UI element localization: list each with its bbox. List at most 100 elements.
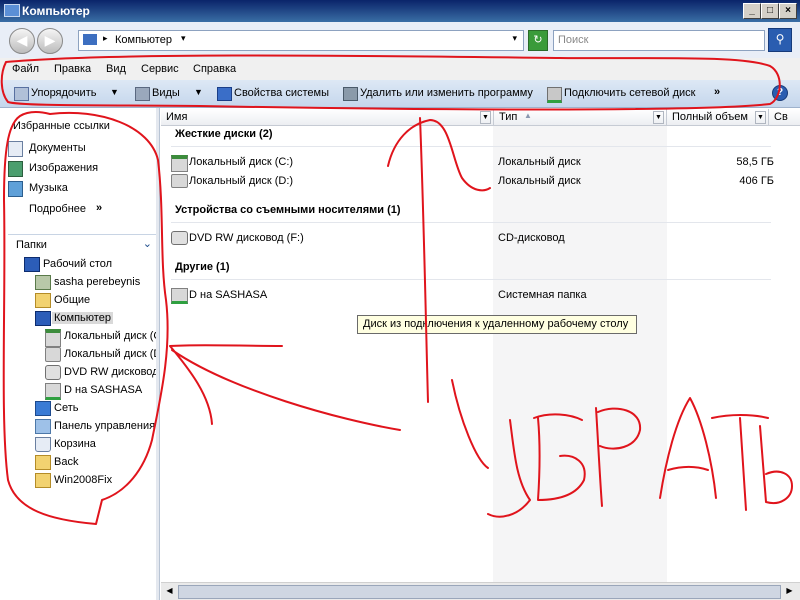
menu-help[interactable]: Справка — [193, 63, 236, 75]
column-header-total-size[interactable]: Полный объем ▼ — [667, 109, 769, 125]
tree-item-label: Компьютер — [52, 312, 113, 324]
navigation-pane: Избранные ссылки Документы Изображения М… — [0, 108, 160, 600]
favorite-label: Документы — [29, 142, 86, 154]
group-divider — [171, 146, 771, 147]
system-properties-icon — [217, 87, 232, 101]
menu-edit[interactable]: Правка — [54, 63, 91, 75]
uninstall-program-button[interactable]: Удалить или изменить программу — [343, 86, 536, 102]
views-label: Виды — [152, 87, 180, 99]
column-header-label: Св — [774, 111, 788, 123]
folders-title: Папки — [16, 239, 47, 251]
views-button[interactable]: Виды ▼ — [135, 86, 205, 102]
pane-splitter[interactable] — [156, 108, 159, 600]
refresh-button[interactable]: ↻ — [528, 30, 548, 51]
folder-icon — [35, 293, 51, 308]
horizontal-scrollbar[interactable]: ◀ ▶ — [161, 582, 800, 600]
column-header-label: Тип — [499, 111, 518, 123]
list-item[interactable]: DVD RW дисковод (F:) CD-дисковод — [171, 229, 781, 246]
menu-view[interactable]: Вид — [106, 63, 126, 75]
close-button[interactable]: × — [779, 3, 797, 19]
tree-item-label: Общие — [54, 294, 91, 306]
scroll-left-icon[interactable]: ◀ — [163, 585, 176, 597]
chevron-down-icon[interactable]: ▼ — [653, 111, 664, 124]
help-icon[interactable]: ? — [772, 85, 788, 101]
chevron-down-icon: ▼ — [110, 87, 119, 97]
scrollbar-thumb[interactable] — [178, 585, 781, 599]
minimize-button[interactable]: _ — [743, 3, 761, 19]
group-header-other[interactable]: Другие (1) — [175, 261, 230, 273]
item-type: Локальный диск — [498, 175, 581, 187]
forward-button[interactable]: ▶ — [37, 28, 63, 54]
favorites-more-label: Подробнее — [29, 203, 87, 215]
item-type: CD-дисковод — [498, 232, 565, 244]
address-bar[interactable]: ▸ Компьютер ▾ ▾ — [78, 30, 524, 51]
folder-icon — [35, 473, 51, 488]
drive-icon — [171, 174, 188, 188]
tree-item-label: sasha perebeynis — [54, 276, 141, 288]
chevron-down-icon[interactable]: ▼ — [480, 111, 491, 124]
tree-item-label: Панель управления — [54, 420, 156, 432]
tooltip-text: Диск из подключения к удаленному рабочем… — [363, 318, 629, 330]
music-icon — [8, 181, 23, 197]
chevron-down-icon: ▼ — [194, 87, 203, 97]
toolbar-overflow-button[interactable]: » — [714, 86, 720, 102]
map-drive-icon — [547, 87, 562, 103]
column-header-row: Имя ▼ Тип ▲ ▼ Полный объем ▼ Св — [161, 109, 800, 126]
system-drive-icon — [45, 329, 61, 347]
computer-icon — [35, 311, 51, 326]
favorite-label: Изображения — [29, 162, 99, 174]
favorite-label: Музыка — [29, 182, 68, 194]
address-row: ◀ ▶ ▸ Компьютер ▾ ▾ ↻ Поиск ⚲ — [0, 22, 800, 58]
documents-icon — [8, 141, 23, 157]
organize-button[interactable]: Упорядочить ▼ — [14, 86, 124, 102]
map-network-drive-button[interactable]: Подключить сетевой диск — [547, 86, 707, 103]
item-type: Системная папка — [498, 289, 587, 301]
system-properties-button[interactable]: Свойства системы — [217, 86, 332, 102]
breadcrumb-arrow-icon[interactable]: ▸ — [103, 33, 108, 44]
address-path[interactable]: Компьютер — [115, 34, 172, 46]
tree-item-label: Сеть — [54, 402, 79, 414]
tree-item-label: Локальный диск (C — [64, 330, 160, 342]
item-name: DVD RW дисковод (F:) — [189, 232, 304, 244]
column-header-name[interactable]: Имя ▼ — [161, 109, 494, 125]
menu-file[interactable]: Файл — [12, 63, 39, 75]
search-placeholder: Поиск — [558, 34, 589, 46]
folders-header[interactable]: Папки ⌄ — [8, 234, 156, 253]
pictures-icon — [8, 161, 23, 177]
column-header-type[interactable]: Тип ▲ ▼ — [494, 109, 667, 125]
dvd-drive-icon — [45, 365, 61, 380]
sorted-column-shade — [493, 126, 667, 582]
window-title: Компьютер — [22, 4, 90, 18]
organize-label: Упорядочить — [31, 87, 97, 99]
chevron-down-icon[interactable]: ▾ — [181, 33, 186, 44]
list-item[interactable]: Локальный диск (C:) Локальный диск 58,5 … — [171, 153, 781, 172]
group-header-hard-disks[interactable]: Жесткие диски (2) — [175, 128, 273, 140]
item-size: 58,5 ГБ — [736, 156, 774, 168]
tree-item-label: DVD RW дисковод — [64, 366, 159, 378]
chevron-down-icon: ⌄ — [142, 238, 152, 250]
group-header-removable[interactable]: Устройства со съемными носителями (1) — [175, 204, 401, 216]
user-folder-icon — [35, 275, 51, 290]
command-toolbar: Упорядочить ▼ Виды ▼ Свойства системы Уд… — [0, 80, 800, 108]
menu-bar: Файл Правка Вид Сервис Справка — [0, 58, 800, 80]
drive-icon — [45, 347, 61, 362]
chevron-down-icon[interactable]: ▼ — [755, 111, 766, 124]
network-icon — [35, 401, 51, 416]
search-icon[interactable]: ⚲ — [768, 28, 792, 52]
back-button[interactable]: ◀ — [9, 28, 35, 54]
recycle-bin-icon — [35, 437, 51, 452]
maximize-button[interactable]: □ — [761, 3, 779, 19]
column-header-free-space[interactable]: Св — [769, 109, 800, 125]
column-header-label: Имя — [166, 111, 188, 123]
list-item[interactable]: Локальный диск (D:) Локальный диск 406 Г… — [171, 172, 781, 189]
group-divider — [171, 279, 771, 280]
sort-arrow-icon: ▲ — [524, 111, 532, 120]
search-input[interactable]: Поиск — [553, 30, 765, 51]
list-item[interactable]: D на SASHASA Системная папка — [171, 286, 781, 304]
address-dropdown-icon[interactable]: ▾ — [512, 33, 517, 44]
menu-tools[interactable]: Сервис — [141, 63, 179, 75]
column-header-label: Полный объем — [672, 111, 748, 123]
scroll-right-icon[interactable]: ▶ — [783, 585, 796, 597]
dvd-drive-icon — [171, 231, 188, 245]
network-drive-icon — [45, 383, 61, 400]
